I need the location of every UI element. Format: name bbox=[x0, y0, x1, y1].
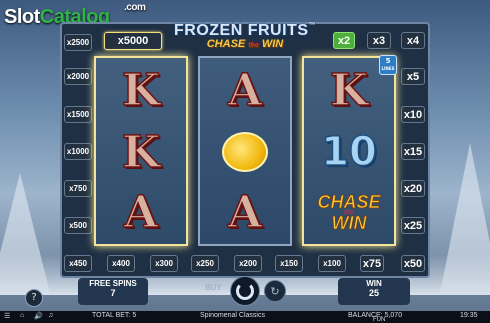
multiplier-right: x25 bbox=[401, 217, 425, 234]
multiplier-x3: x3 bbox=[367, 32, 391, 49]
multiplier-bottom: x200 bbox=[234, 255, 262, 272]
multiplier-x5000: x5000 bbox=[104, 32, 162, 50]
multiplier-left: x2500 bbox=[64, 34, 92, 51]
multiplier-left: x1000 bbox=[64, 143, 92, 160]
autoplay-icon: ↻ bbox=[270, 284, 280, 298]
multiplier-left: x750 bbox=[64, 180, 92, 197]
multiplier-left: x500 bbox=[64, 217, 92, 234]
symbol-a: A bbox=[227, 64, 263, 117]
clock: 19:35 bbox=[460, 312, 478, 319]
provider-name: Spinomenal Classics bbox=[200, 312, 265, 319]
multiplier-left: x1500 bbox=[64, 106, 92, 123]
multiplier-bottom: x150 bbox=[275, 255, 303, 272]
help-button[interactable]: ? bbox=[25, 289, 43, 307]
music-icon[interactable]: ♫ bbox=[48, 312, 53, 319]
win-value: 25 bbox=[368, 288, 379, 298]
reel-2: A A bbox=[198, 56, 292, 246]
win-label: WIN bbox=[366, 279, 382, 288]
lemon-icon bbox=[222, 132, 268, 172]
symbol-a: A bbox=[123, 186, 159, 239]
multiplier-bottom: x250 bbox=[191, 255, 219, 272]
status-bar: ☰ ⌂ 🔊 ♫ TOTAL BET: 5 Spinomenal Classics… bbox=[0, 311, 490, 323]
symbol-a: A bbox=[227, 186, 263, 239]
multiplier-bottom: x100 bbox=[318, 255, 346, 272]
home-icon[interactable]: ⌂ bbox=[20, 312, 24, 319]
free-spins-label: FREE SPINS bbox=[89, 279, 137, 288]
buy-button[interactable]: BUY bbox=[205, 283, 229, 297]
multiplier-bottom: x450 bbox=[64, 255, 92, 272]
autoplay-button[interactable]: ↻ bbox=[264, 280, 286, 302]
free-spins-panel: FREE SPINS 7 bbox=[78, 278, 148, 305]
total-bet: TOTAL BET: 5 bbox=[92, 312, 137, 319]
multiplier-right: x5 bbox=[401, 68, 425, 85]
free-spins-value: 7 bbox=[110, 288, 116, 298]
sound-icon[interactable]: 🔊 bbox=[34, 312, 43, 320]
symbol-k: K bbox=[121, 126, 161, 179]
multiplier-bottom: x300 bbox=[150, 255, 178, 272]
multiplier-right: x20 bbox=[401, 180, 425, 197]
win-panel: WIN 25 bbox=[338, 278, 410, 305]
multiplier-right: x10 bbox=[401, 106, 425, 123]
game-logo: FROZEN FRUITS™ CHASE the WIN bbox=[174, 22, 316, 50]
multiplier-bottom: x400 bbox=[107, 255, 135, 272]
reel-1: K K A bbox=[94, 56, 188, 246]
symbol-k: K bbox=[121, 64, 161, 117]
multiplier-left: x2000 bbox=[64, 68, 92, 85]
symbol-ten: 10 bbox=[320, 128, 377, 176]
multiplier-right: x15 bbox=[401, 143, 425, 160]
multiplier-x2-active: x2 bbox=[333, 32, 355, 49]
spin-button[interactable] bbox=[230, 276, 260, 306]
lines-badge: 5 LINES bbox=[379, 55, 397, 75]
fun-mode: FUN bbox=[373, 317, 386, 323]
chase-the-win-symbol: CHASE the WIN bbox=[317, 191, 381, 233]
menu-icon[interactable]: ☰ bbox=[4, 312, 10, 320]
multiplier-bottom: x75 bbox=[360, 255, 384, 272]
lemon-symbol bbox=[200, 122, 290, 182]
spin-icon bbox=[236, 282, 254, 300]
multiplier-right: x50 bbox=[401, 255, 425, 272]
reel-3: K 10 CHASE the WIN bbox=[302, 56, 396, 246]
multiplier-x4: x4 bbox=[401, 32, 425, 49]
